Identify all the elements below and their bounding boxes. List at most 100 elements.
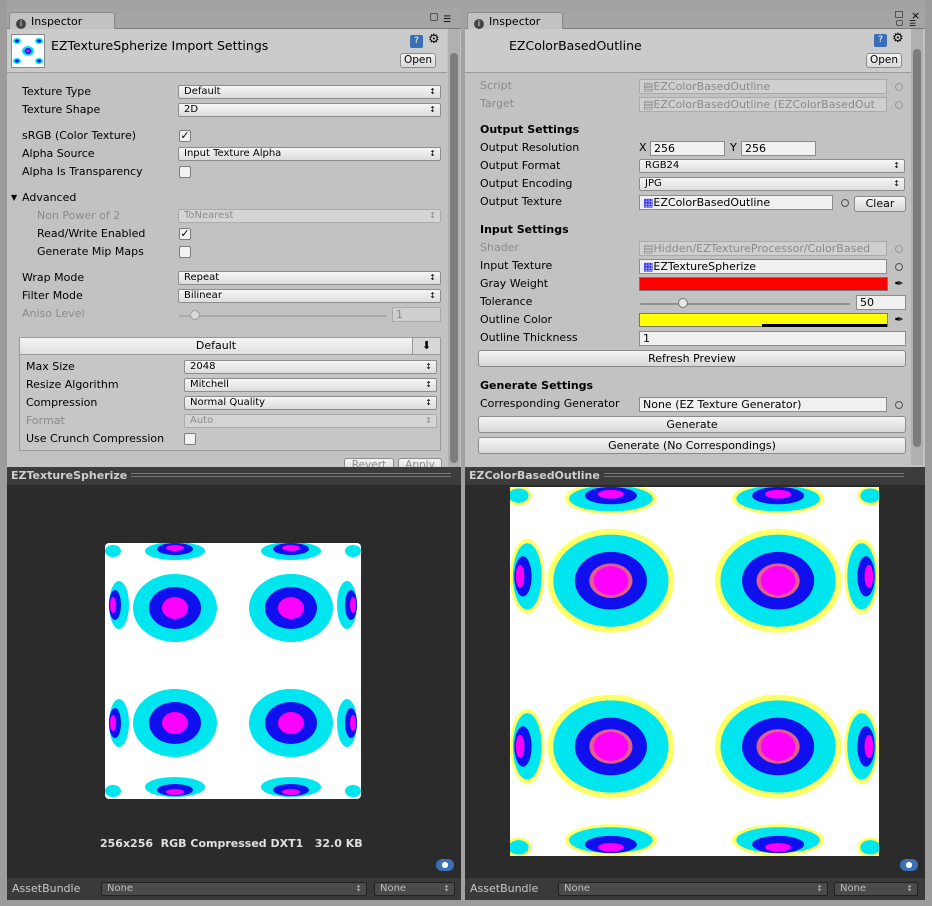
output-resolution-label: Output Resolution — [480, 141, 580, 154]
lock-icon[interactable] — [430, 13, 438, 21]
download-icon[interactable]: ⬇ — [412, 338, 440, 355]
tolerance-field[interactable]: 50 — [856, 295, 906, 310]
script-field: ▤EZColorBasedOutline — [639, 79, 887, 94]
refresh-preview-button[interactable]: Refresh Preview — [478, 350, 906, 367]
outline-color-field[interactable] — [639, 313, 888, 327]
target-file-icon: ▤ — [643, 98, 654, 111]
aniso-level-knob — [190, 310, 200, 320]
settings-gear-icon[interactable]: ⚙ — [892, 31, 904, 46]
srgb-label: sRGB (Color Texture) — [22, 129, 137, 142]
advanced-foldout-icon[interactable]: ▼ — [11, 193, 17, 202]
left-tag-icon[interactable]: ● — [436, 859, 454, 871]
left-open-button[interactable]: Open — [400, 53, 436, 68]
output-texture-picker-icon[interactable] — [841, 199, 849, 207]
texture-thumb-icon: ▦ — [643, 196, 654, 209]
right-assetbundle-dropdown[interactable]: None — [558, 882, 828, 896]
right-open-button[interactable]: Open — [866, 53, 902, 68]
background-editor-strip-right — [925, 0, 932, 906]
crunch-checkbox[interactable] — [184, 433, 196, 445]
script-label: Script — [480, 79, 512, 92]
left-preview-header[interactable]: EZTextureSpherize — [7, 467, 461, 485]
compression-label: Compression — [26, 396, 98, 409]
left-variant-dropdown[interactable]: None — [374, 882, 455, 896]
tolerance-slider-knob[interactable] — [678, 298, 688, 308]
eyedropper-icon[interactable]: ✒ — [893, 277, 905, 291]
tolerance-label: Tolerance — [480, 295, 533, 308]
left-scrollbar[interactable] — [448, 29, 460, 471]
texture-shape-label: Texture Shape — [22, 103, 101, 116]
wrap-mode-dropdown[interactable]: Repeat — [178, 271, 441, 285]
help-icon[interactable]: ? — [410, 35, 423, 48]
right-assetbundle-label: AssetBundle — [470, 882, 539, 895]
shader-label: Shader — [480, 241, 519, 254]
menu-icon[interactable]: ☰ — [443, 15, 451, 25]
aniso-level-field: 1 — [392, 307, 441, 322]
resolution-x-field[interactable]: 256 — [650, 141, 725, 156]
settings-gear-icon[interactable]: ⚙ — [428, 32, 440, 47]
alpha-transparency-checkbox[interactable] — [179, 166, 191, 178]
input-texture-picker-icon[interactable] — [895, 263, 903, 271]
right-inspector-tab[interactable]: i Inspector — [467, 12, 563, 30]
texture-shape-dropdown[interactable]: 2D — [178, 103, 441, 117]
left-assetbundle-dropdown[interactable]: None — [101, 882, 367, 896]
corresponding-generator-field[interactable]: None (EZ Texture Generator) — [639, 397, 887, 412]
mip-maps-checkbox[interactable] — [179, 246, 191, 258]
generate-settings-header: Generate Settings — [480, 379, 594, 392]
max-size-dropdown[interactable]: 2048 — [184, 360, 437, 374]
right-preview-image — [510, 487, 879, 856]
tolerance-slider-track[interactable] — [640, 303, 850, 305]
input-texture-field[interactable]: ▦EZTextureSpherize — [639, 259, 887, 274]
right-tab-bar: i Inspector × ☰ — [465, 9, 925, 30]
right-tag-icon[interactable]: ● — [900, 859, 918, 871]
generate-no-correspondings-button[interactable]: Generate (No Correspondings) — [478, 437, 906, 454]
gray-weight-label: Gray Weight — [480, 277, 549, 290]
input-texture-label: Input Texture — [480, 259, 553, 272]
generate-button[interactable]: Generate — [478, 416, 906, 433]
alpha-transparency-label: Alpha Is Transparency — [22, 165, 143, 178]
eyedropper-icon[interactable]: ✒ — [893, 313, 905, 327]
right-header: EZColorBasedOutline ? ⚙ Open — [465, 29, 911, 73]
menu-icon[interactable]: ☰ — [909, 19, 916, 28]
clear-button[interactable]: Clear — [854, 196, 906, 212]
maximize-icon[interactable] — [895, 11, 903, 18]
max-size-label: Max Size — [26, 360, 75, 373]
output-encoding-label: Output Encoding — [480, 177, 573, 190]
output-format-label: Output Format — [480, 159, 561, 172]
help-icon[interactable]: ? — [874, 34, 887, 47]
srgb-checkbox[interactable]: ✓ — [179, 130, 191, 142]
read-write-label: Read/Write Enabled — [37, 227, 146, 240]
script-picker-icon — [895, 83, 903, 91]
right-variant-dropdown[interactable]: None — [834, 882, 918, 896]
output-texture-field[interactable]: ▦EZColorBasedOutline — [639, 195, 833, 210]
left-inspector-tab[interactable]: i Inspector — [9, 12, 115, 30]
resize-algorithm-dropdown[interactable]: Mitchell — [184, 378, 437, 392]
texture-type-dropdown[interactable]: Default — [178, 85, 441, 99]
outline-thickness-field[interactable]: 1 — [639, 331, 906, 346]
outline-thickness-label: Outline Thickness — [480, 331, 578, 344]
target-label: Target — [480, 97, 515, 110]
filter-mode-label: Filter Mode — [22, 289, 83, 302]
advanced-foldout-label[interactable]: Advanced — [22, 191, 76, 204]
output-encoding-dropdown[interactable]: JPG — [639, 177, 905, 191]
right-scrollbar[interactable] — [911, 29, 923, 465]
right-preview-header[interactable]: EZColorBasedOutline — [465, 467, 925, 485]
right-asset-title: EZColorBasedOutline — [509, 38, 642, 53]
platform-settings-box: Default ⬇ Max Size 2048 Resize Algorithm… — [19, 337, 441, 451]
platform-tab-default[interactable]: Default — [20, 338, 412, 355]
read-write-checkbox[interactable]: ✓ — [179, 228, 191, 240]
resize-algorithm-label: Resize Algorithm — [26, 378, 119, 391]
left-inspector-panel: i Inspector ☰ EZTextureSpherize Import Se… — [7, 9, 461, 471]
output-format-dropdown[interactable]: RGB24 — [639, 159, 905, 173]
compression-dropdown[interactable]: Normal Quality — [184, 396, 437, 410]
lock-icon[interactable] — [896, 20, 903, 26]
info-icon: i — [16, 19, 26, 29]
resolution-y-field[interactable]: 256 — [741, 141, 816, 156]
right-assetbundle-bar: AssetBundle None None — [465, 878, 925, 900]
generator-picker-icon[interactable] — [895, 401, 903, 409]
filter-mode-dropdown[interactable]: Bilinear — [178, 289, 441, 303]
target-picker-icon — [895, 101, 903, 109]
gray-weight-color-field[interactable] — [639, 277, 888, 291]
info-icon: i — [474, 19, 484, 29]
alpha-source-dropdown[interactable]: Input Texture Alpha — [178, 147, 441, 161]
background-bottom-strip — [0, 900, 932, 906]
